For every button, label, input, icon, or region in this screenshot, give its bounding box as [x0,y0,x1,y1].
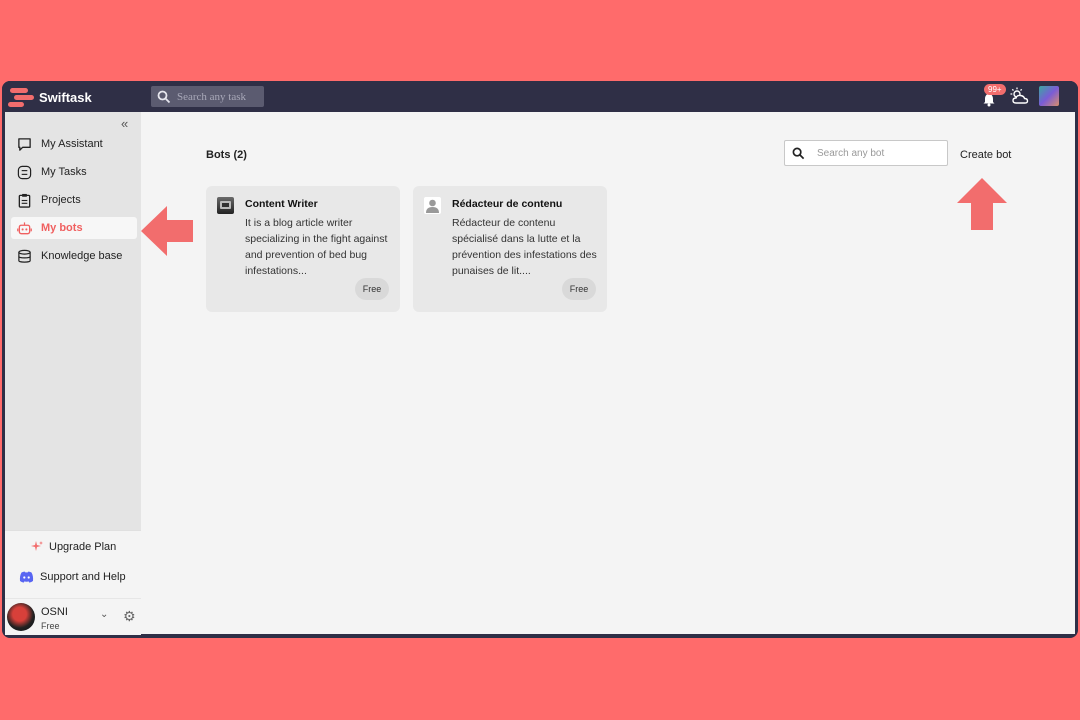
app-window: Swiftask 99+ [2,81,1078,638]
sidebar-item-my-tasks[interactable]: My Tasks [11,161,137,183]
bot-name: Content Writer [245,198,318,210]
bot-search-input[interactable] [815,146,944,160]
search-icon [157,90,171,103]
user-plan: Free [41,621,60,631]
price-badge: Free [562,278,596,300]
bot-search[interactable] [784,140,948,166]
sidebar-item-label: My Assistant [41,138,103,150]
main-content: Bots (2) Create bot Content Writer It is… [141,112,1075,634]
chat-icon [18,137,31,151]
user-name: OSNI [41,606,68,618]
bell-icon [983,94,995,107]
avatar [7,603,35,631]
page-title: Bots (2) [206,149,247,161]
price-badge: Free [355,278,389,300]
user-profile[interactable]: OSNI Free ⌄ ⚙ [5,598,141,635]
bot-name: Rédacteur de contenu [452,198,563,210]
sidebar-item-my-assistant[interactable]: My Assistant [11,133,137,155]
sidebar-item-label: Knowledge base [41,250,123,262]
gear-icon[interactable]: ⚙ [123,608,136,625]
top-bar: Swiftask 99+ [2,81,1078,112]
weather-button[interactable] [1010,87,1032,107]
arrow-left-annotation-icon [141,206,193,256]
app-name: Swiftask [39,89,92,105]
user-avatar-top[interactable] [1039,86,1059,106]
tasks-icon [17,165,32,179]
task-search-input[interactable] [175,89,264,104]
logo[interactable]: Swiftask [8,87,92,107]
search-icon [792,147,805,159]
upgrade-plan-button[interactable]: Upgrade Plan [31,541,116,553]
swiftask-logo-icon [8,87,34,107]
arrow-up-annotation-icon [957,178,1007,230]
sidebar-item-label: Projects [41,194,81,206]
discord-icon [19,571,34,583]
bot-description: Rédacteur de contenu spécialisé dans la … [452,217,597,277]
clipboard-icon [18,193,31,208]
sidebar-item-projects[interactable]: Projects [11,189,137,211]
bot-card[interactable]: Rédacteur de contenu Rédacteur de conten… [413,186,607,312]
notifications-button[interactable]: 99+ [980,84,1006,107]
sidebar-item-knowledge-base[interactable]: Knowledge base [11,245,137,267]
sidebar-item-label: My Tasks [41,166,87,178]
sparkle-icon [31,541,43,551]
robot-icon [17,221,32,234]
user-placeholder-icon [424,197,441,214]
sidebar-item-my-bots[interactable]: My bots [11,217,137,239]
chevron-down-icon[interactable]: ⌄ [100,609,108,620]
weather-icon [1010,87,1029,104]
sidebar-footer: Upgrade Plan Support and Help OSNI Free … [5,530,141,635]
bot-avatar-icon [217,197,234,214]
notification-badge: 99+ [984,84,1006,95]
bot-card[interactable]: Content Writer It is a blog article writ… [206,186,400,312]
sidebar-nav: My Assistant My Tasks Projects My bots K… [11,133,137,273]
sidebar: « My Assistant My Tasks Projects My bots… [5,112,141,635]
task-search[interactable] [151,86,264,107]
support-help-button[interactable]: Support and Help [19,571,126,583]
upgrade-plan-label: Upgrade Plan [49,541,117,553]
database-icon [18,249,31,263]
create-bot-button[interactable]: Create bot [960,149,1011,161]
bot-description: It is a blog article writer specializing… [245,217,388,277]
collapse-sidebar-icon[interactable]: « [121,116,128,131]
sidebar-item-label: My bots [41,222,83,234]
support-help-label: Support and Help [40,571,126,583]
